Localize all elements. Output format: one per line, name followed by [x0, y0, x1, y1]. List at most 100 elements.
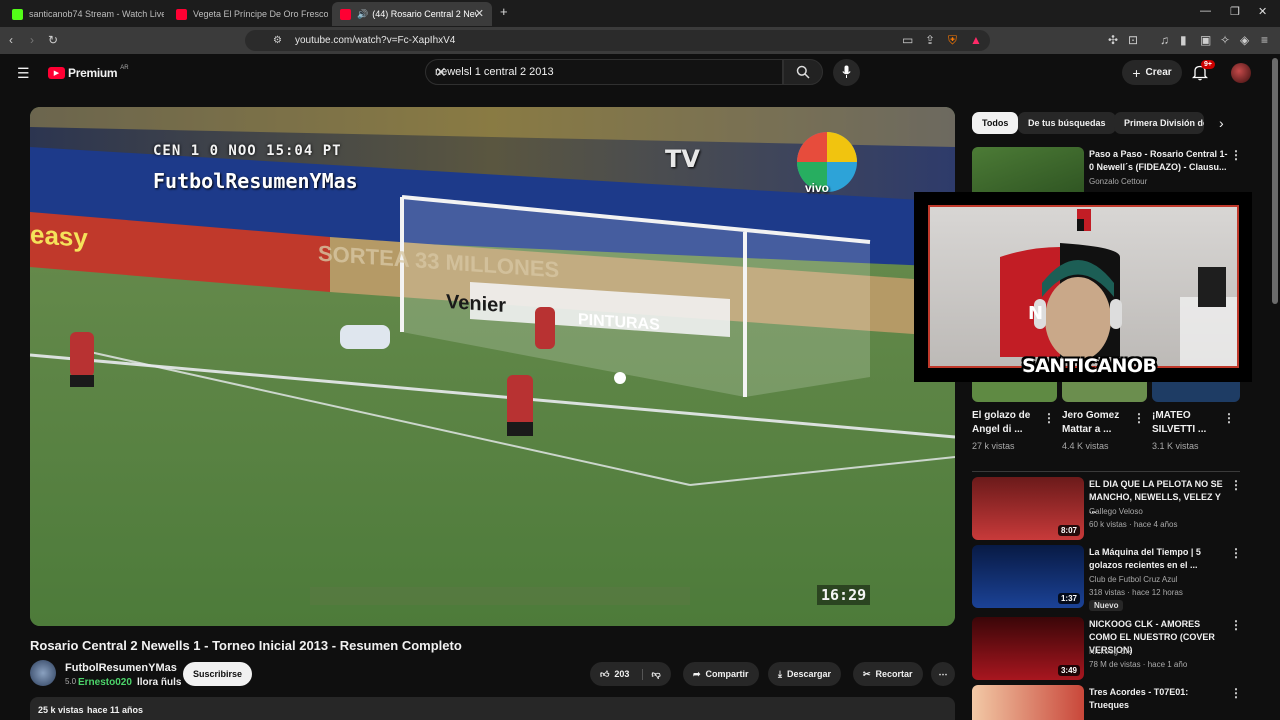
share-icon[interactable]: ⇪ — [925, 33, 935, 47]
maximize-button[interactable]: ❐ — [1230, 5, 1240, 18]
back-icon[interactable]: ‹ — [9, 33, 13, 47]
more-vert-icon[interactable]: ⋮ — [1043, 411, 1055, 425]
chevron-right-icon[interactable]: › — [1219, 115, 1224, 131]
clip-label: Recortar — [875, 669, 913, 679]
voice-search-button[interactable] — [833, 59, 860, 86]
sidebar-icon[interactable]: ▮ — [1180, 33, 1187, 47]
thumbs-down-icon[interactable]: 👎︎ — [642, 668, 661, 680]
extensions-icon[interactable]: ✣ — [1108, 33, 1118, 47]
like-button[interactable]: 👍︎ 203 👎︎ — [590, 662, 671, 686]
video-title: Rosario Central 2 Newells 1 - Torneo Ini… — [30, 638, 462, 653]
new-badge: Nuevo — [1089, 600, 1124, 611]
subscribe-button[interactable]: Suscribirse — [183, 662, 253, 686]
share-button[interactable]: ➦ Compartir — [683, 662, 759, 686]
avatar[interactable] — [1231, 63, 1251, 83]
address-bar[interactable]: ⚙ youtube.com/watch?v=Fc-XapIhxV4 — [245, 30, 990, 51]
easy-ad-text: easy — [30, 218, 88, 254]
upload-date: hace 11 años — [87, 705, 144, 715]
video-thumbnail[interactable]: 8:07 — [972, 477, 1084, 540]
more-vert-icon[interactable]: ⋮ — [1230, 148, 1242, 162]
page-scrollbar-thumb[interactable] — [1272, 58, 1278, 304]
hamburger-icon[interactable]: ☰ — [17, 65, 30, 82]
notifications-button[interactable]: 9+ — [1191, 60, 1215, 86]
youtube-icon — [176, 8, 187, 20]
webcam-scene — [1000, 209, 1237, 366]
video-thumbnail[interactable]: 1:37 — [972, 545, 1084, 608]
more-vert-icon[interactable]: ⋮ — [1133, 411, 1145, 425]
short-title[interactable]: Jero Gomez Mattar a ... — [1062, 409, 1140, 437]
clear-search-icon[interactable]: ✕ — [435, 64, 774, 81]
cast-icon[interactable]: ▭ — [902, 33, 913, 47]
short-views: 3.1 K vistas — [1152, 441, 1199, 451]
video-thumbnail[interactable]: 3:49 — [972, 617, 1084, 680]
wallet-icon[interactable]: ▣ — [1200, 33, 1211, 47]
more-vert-icon[interactable]: ⋮ — [1230, 546, 1242, 560]
youtube-header: ☰ ▶ Premium AR newelsl 1 central 2 2013 … — [0, 54, 1270, 96]
chat-overlay-message: llora ñuls — [137, 677, 182, 688]
short-title[interactable]: ¡MATEO SILVETTI ... — [1152, 409, 1230, 437]
chip-primera-division[interactable]: Primera División de — [1114, 112, 1204, 134]
rec-channel[interactable]: Gonzalo Cettour — [1089, 177, 1147, 186]
rec-views: 318 vistas · hace 12 horas — [1089, 588, 1183, 597]
close-tab-icon[interactable]: ✕ — [475, 7, 484, 20]
video-watermark: FutbolResumenYMas — [153, 169, 358, 193]
close-window-button[interactable]: ✕ — [1258, 5, 1267, 18]
brave-shield-icon[interactable]: ⛨ — [948, 33, 957, 47]
reload-icon[interactable]: ↻ — [48, 33, 58, 47]
short-views: 4.4 K vistas — [1062, 441, 1109, 451]
description-box[interactable]: 25 k vistas hace 11 años — [30, 697, 955, 720]
vpn-icon[interactable]: ◈ — [1240, 33, 1249, 47]
short-thumbnail[interactable] — [972, 380, 1057, 402]
youtube-play-icon: ▶ — [48, 67, 65, 79]
browser-tab[interactable]: Vegeta El Príncipe De Oro Fresco - Yo — [168, 2, 328, 26]
site-info-icon[interactable]: ⚙ — [273, 34, 282, 48]
video-thumbnail[interactable] — [972, 685, 1084, 720]
forward-icon[interactable]: › — [30, 33, 34, 47]
more-icon: ⋯ — [938, 668, 948, 679]
search-input[interactable]: newelsl 1 central 2 2013 ✕ — [425, 59, 783, 85]
divider — [972, 471, 1240, 472]
more-vert-icon[interactable]: ⋮ — [1230, 478, 1242, 492]
rec-channel[interactable]: Club de Futbol Cruz Azul — [1089, 575, 1178, 584]
kick-icon — [12, 8, 23, 20]
leo-icon[interactable]: ✧ — [1220, 33, 1230, 47]
short-thumbnail[interactable] — [1062, 380, 1147, 402]
media-icon[interactable]: ♫ — [1160, 33, 1169, 47]
rec-video-title[interactable]: Tres Acordes - T07E01: Trueques — [1089, 686, 1229, 712]
download-button[interactable]: ⤓ Descargar — [768, 662, 842, 686]
youtube-logo[interactable]: ▶ Premium AR — [48, 65, 129, 80]
screenshot-icon[interactable]: ⊡ — [1128, 33, 1138, 47]
rec-views: 78 M de vistas · hace 1 año — [1089, 660, 1188, 669]
more-vert-icon[interactable]: ⋮ — [1223, 411, 1235, 425]
more-actions-button[interactable]: ⋯ — [931, 662, 955, 686]
clip-button[interactable]: ✂ Recortar — [853, 662, 923, 686]
chip-all[interactable]: Todos — [972, 112, 1019, 134]
channel-name[interactable]: FutbolResumenYMas — [65, 662, 177, 674]
scissors-icon: ✂ — [863, 668, 871, 679]
browser-tab-active[interactable]: 🔊 (44) Rosario Central 2 Newells ✕ — [332, 2, 492, 26]
chat-overlay-user: Ernesto020 — [78, 677, 132, 688]
more-vert-icon[interactable]: ⋮ — [1230, 686, 1242, 700]
create-button[interactable]: + Crear — [1122, 60, 1182, 85]
rec-video-title[interactable]: Paso a Paso - Rosario Central 1-0 Newell… — [1089, 148, 1229, 174]
minimize-button[interactable]: — — [1200, 5, 1211, 17]
new-tab-button[interactable]: + — [500, 4, 508, 19]
download-label: Descargar — [786, 669, 832, 679]
search-button[interactable] — [783, 59, 823, 85]
rewards-icon[interactable]: ▲ — [970, 33, 982, 47]
video-timer: 16:29 — [817, 585, 871, 605]
rec-channel[interactable]: Nickoog Clk — [1089, 647, 1132, 656]
search-icon — [796, 65, 810, 79]
browser-tab[interactable]: santicanob74 Stream - Watch Live on — [4, 2, 164, 26]
video-player[interactable]: CEN 1 0 NOO 15:04 PT FutbolResumenYMas T… — [30, 107, 955, 626]
short-thumbnail[interactable] — [1152, 380, 1240, 402]
tv-logo-text: TV — [665, 145, 700, 173]
logo-text: Premium — [68, 66, 118, 80]
short-title[interactable]: El golazo de Angel di ... — [972, 409, 1050, 437]
more-vert-icon[interactable]: ⋮ — [1230, 618, 1242, 632]
rec-channel[interactable]: Gallego Veloso — [1089, 507, 1143, 516]
channel-avatar[interactable] — [30, 660, 56, 686]
rec-video-title[interactable]: La Máquina del Tiempo | 5 golazos recien… — [1089, 546, 1229, 572]
menu-icon[interactable]: ≡ — [1261, 33, 1268, 47]
chip-from-searches[interactable]: De tus búsquedas — [1018, 112, 1116, 134]
